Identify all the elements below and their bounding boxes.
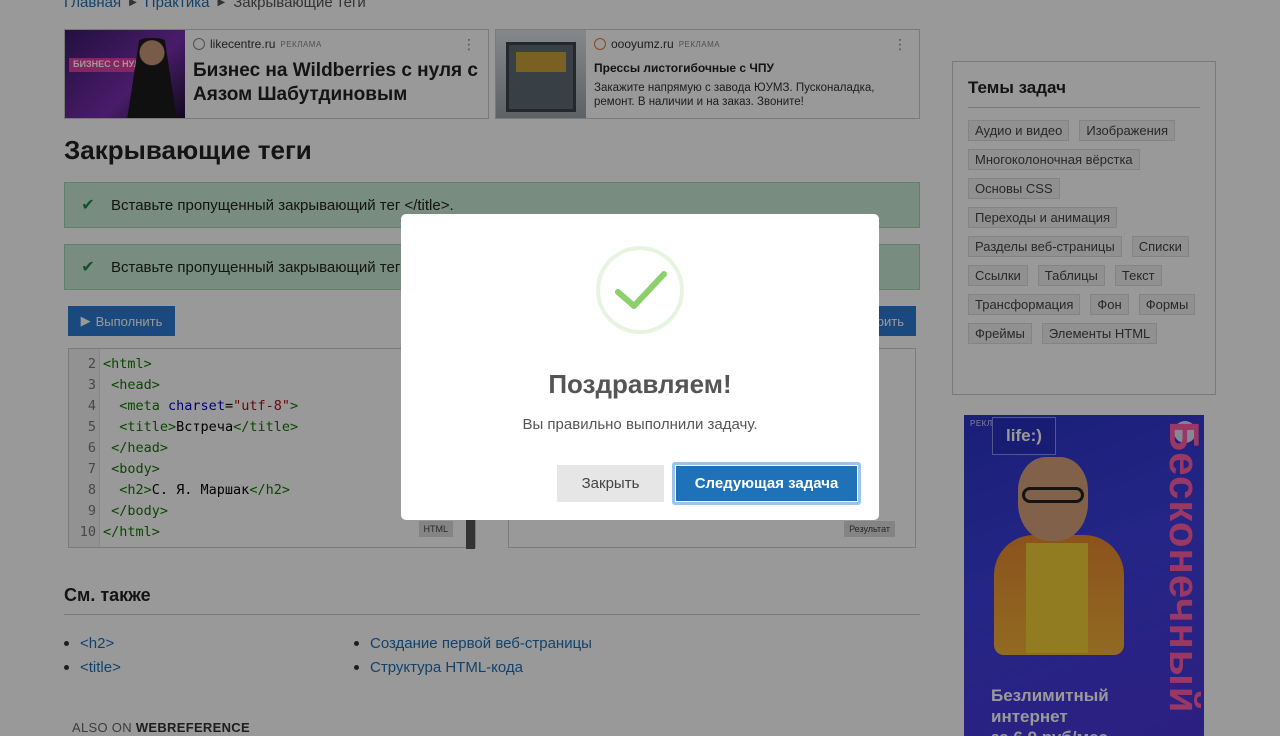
success-check-icon — [596, 246, 684, 334]
dialog-message: Вы правильно выполнили задачу. — [522, 416, 758, 433]
dialog-title: Поздравляем! — [548, 369, 732, 399]
next-task-button[interactable]: Следующая задача — [672, 462, 861, 505]
close-button[interactable]: Закрыть — [557, 465, 664, 502]
success-dialog: Поздравляем! Вы правильно выполнили зада… — [401, 214, 879, 520]
